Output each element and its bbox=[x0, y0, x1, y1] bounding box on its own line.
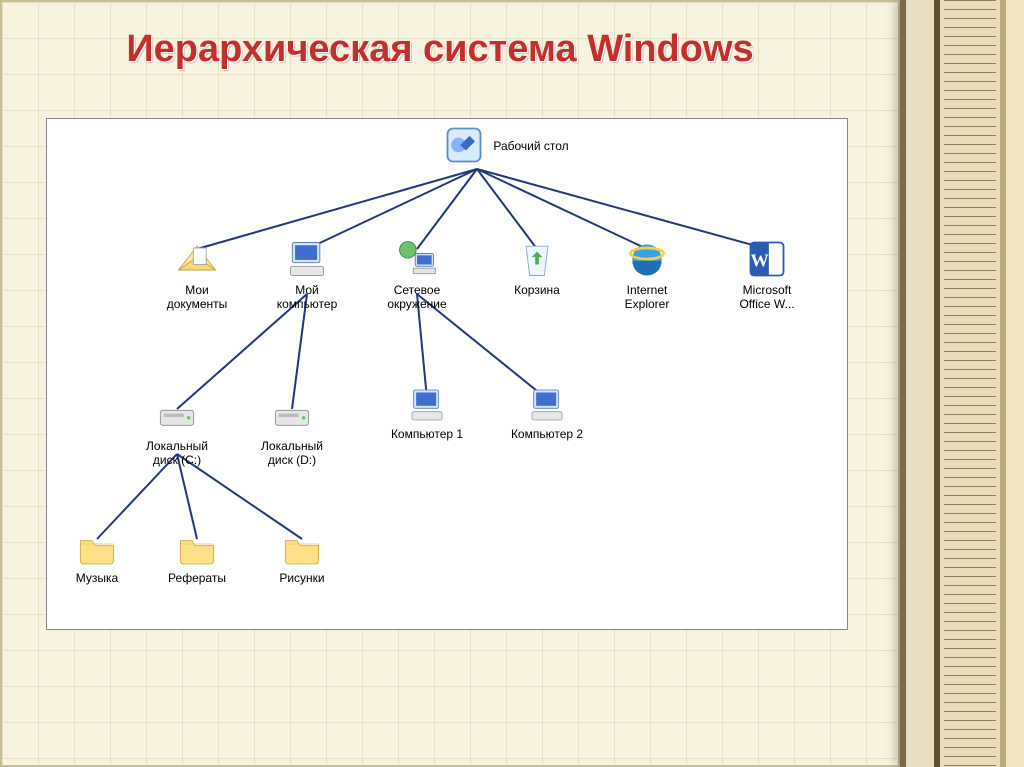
node-label: Компьютер 2 bbox=[511, 427, 583, 441]
folder-icon bbox=[177, 529, 217, 569]
node-label: Локальный диск (D:) bbox=[261, 439, 323, 467]
node-pictures: Рисунки bbox=[247, 529, 357, 585]
node-ie: Internet Explorer bbox=[592, 237, 702, 311]
node-label: Компьютер 1 bbox=[391, 427, 463, 441]
node-label: Рабочий стол bbox=[493, 139, 568, 153]
node-label: Локальный диск (C:) bbox=[146, 439, 208, 467]
computer-icon bbox=[527, 385, 567, 425]
documents-icon bbox=[175, 237, 219, 281]
svg-text:W: W bbox=[751, 250, 770, 270]
node-label: Microsoft Office W... bbox=[739, 283, 794, 311]
node-mycomputer: Мой компьютер bbox=[252, 237, 362, 311]
node-desktop: Рабочий стол bbox=[442, 123, 602, 169]
recycle-icon bbox=[515, 237, 559, 281]
node-recycle: Корзина bbox=[482, 237, 592, 297]
node-label: Мои документы bbox=[167, 283, 228, 311]
word-icon: W bbox=[745, 237, 789, 281]
node-label: Рисунки bbox=[279, 571, 324, 585]
ie-icon bbox=[625, 237, 669, 281]
node-label: Музыка bbox=[76, 571, 118, 585]
network-icon bbox=[395, 237, 439, 281]
node-label: Internet Explorer bbox=[625, 283, 670, 311]
node-diskc: Локальный диск (C:) bbox=[122, 397, 232, 467]
node-essays: Рефераты bbox=[142, 529, 252, 585]
node-label: Корзина bbox=[514, 283, 560, 297]
node-network: Сетевое окружение bbox=[362, 237, 472, 311]
node-music: Музыка bbox=[42, 529, 152, 585]
folder-icon bbox=[77, 529, 117, 569]
node-pc2: Компьютер 2 bbox=[492, 385, 602, 441]
node-label: Рефераты bbox=[168, 571, 226, 585]
node-word: W Microsoft Office W... bbox=[712, 237, 822, 311]
page-title: Иерархическая система Windows bbox=[0, 28, 880, 71]
diagram-canvas: Рабочий стол Мои документы Мой компьютер… bbox=[46, 118, 848, 630]
computer-icon bbox=[285, 237, 329, 281]
node-diskd: Локальный диск (D:) bbox=[237, 397, 347, 467]
drive-icon bbox=[157, 397, 197, 437]
desktop-icon bbox=[442, 123, 486, 167]
node-label: Мой компьютер bbox=[277, 283, 338, 311]
drive-icon bbox=[272, 397, 312, 437]
node-pc1: Компьютер 1 bbox=[372, 385, 482, 441]
node-mydocs: Мои документы bbox=[142, 237, 252, 311]
node-label: Сетевое окружение bbox=[387, 283, 446, 311]
folder-icon bbox=[282, 529, 322, 569]
computer-icon bbox=[407, 385, 447, 425]
ruler-decoration bbox=[900, 0, 1024, 767]
